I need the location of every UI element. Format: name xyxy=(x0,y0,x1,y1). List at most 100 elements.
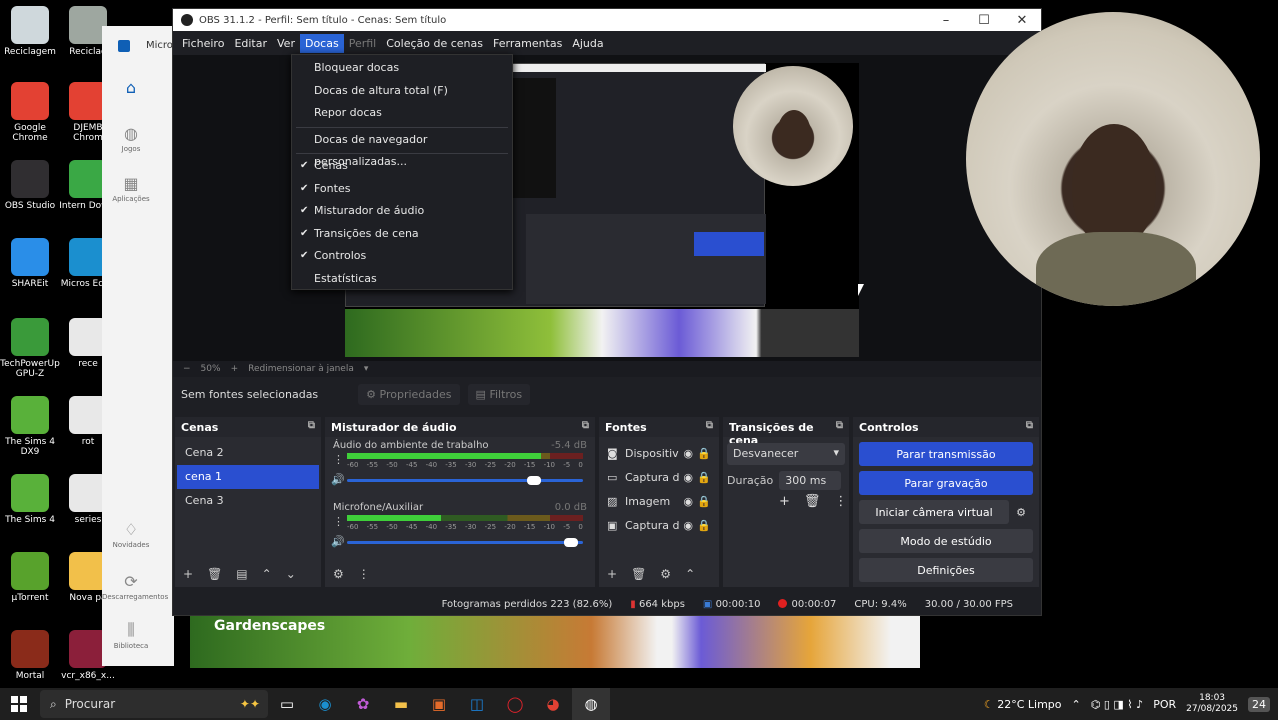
store-nav-apps[interactable]: ▦ Aplicações xyxy=(102,174,160,203)
add-icon[interactable]: + xyxy=(779,494,790,509)
eye-icon[interactable]: ◉ xyxy=(683,471,693,484)
menu-item[interactable]: Docas de navegador personalizadas... xyxy=(292,129,512,168)
chrome-icon[interactable]: ◕ xyxy=(534,688,572,720)
stop-streaming-button[interactable]: Parar transmissão xyxy=(859,442,1033,466)
undock-icon[interactable]: ⧉ xyxy=(308,420,315,431)
eye-icon[interactable]: ◉ xyxy=(683,495,693,508)
file-explorer-icon[interactable]: ▬ xyxy=(382,688,420,720)
store-icon[interactable]: ▣ xyxy=(420,688,458,720)
menu-ajuda[interactable]: Ajuda xyxy=(567,34,608,53)
notifications-badge[interactable]: 24 xyxy=(1248,696,1270,712)
menu-item[interactable]: ✔ Cenas xyxy=(292,155,512,177)
menu-item[interactable]: Estatísticas xyxy=(292,268,512,290)
store-nav-games[interactable]: ◍ Jogos xyxy=(102,124,160,153)
undock-icon[interactable]: ⧉ xyxy=(1026,420,1033,431)
chevron-down-icon[interactable]: ⌄ xyxy=(286,567,296,581)
transition-select[interactable]: Desvanecer ▾ xyxy=(727,443,845,465)
menu-item[interactable]: Repor docas xyxy=(292,102,512,124)
speaker-icon[interactable]: 🔊 xyxy=(331,473,345,486)
obs-titlebar[interactable]: OBS 31.1.2 - Perfil: Sem título - Cenas:… xyxy=(173,9,1041,31)
undock-icon[interactable]: ⧉ xyxy=(706,420,713,431)
filters-button[interactable]: ▤ Filtros xyxy=(467,383,531,405)
source-item[interactable]: ▭ Captura d ◉ 🔒 xyxy=(599,465,719,489)
minimize-button[interactable]: – xyxy=(927,9,965,31)
desktop-icon[interactable]: SHAREit xyxy=(0,238,60,289)
menu-item[interactable]: Docas de altura total (F) xyxy=(292,80,512,102)
kebab-icon[interactable]: ⋮ xyxy=(333,453,344,466)
tray-icons[interactable]: ⌬ ▯ ◨ ⌇ ♪ xyxy=(1091,698,1143,711)
language[interactable]: POR xyxy=(1153,698,1176,711)
volume-slider[interactable] xyxy=(347,538,583,547)
taskbar-search[interactable]: ⌕ Procurar ✦✦ xyxy=(40,690,268,718)
source-item[interactable]: ▨ Imagem ◉ 🔒 xyxy=(599,489,719,513)
scene-item[interactable]: cena 1 xyxy=(177,465,319,489)
menu-ver[interactable]: Ver xyxy=(272,34,300,53)
volume-knob[interactable] xyxy=(526,476,541,485)
trash-icon[interactable]: 🗑 xyxy=(631,567,646,581)
copilot-icon[interactable]: ✿ xyxy=(344,688,382,720)
undock-icon[interactable]: ⧉ xyxy=(836,420,843,431)
game-banner[interactable]: Gardenscapes xyxy=(190,612,920,668)
eye-icon[interactable]: ◉ xyxy=(683,447,693,460)
gear-icon[interactable]: ⚙ xyxy=(333,567,344,581)
zoom-out-icon[interactable]: − xyxy=(183,364,191,374)
lock-icon[interactable]: 🔒 xyxy=(697,447,711,460)
menu-item[interactable]: ✔ Controlos xyxy=(292,245,512,267)
store-nav-news[interactable]: ♢ Novidades xyxy=(102,520,160,549)
volume-knob[interactable] xyxy=(564,538,579,547)
menu-item[interactable]: ✔ Transições de cena xyxy=(292,223,512,245)
source-item[interactable]: ◙ Dispositiv ◉ 🔒 xyxy=(599,441,719,465)
menu-perfil[interactable]: Perfil xyxy=(344,34,382,53)
maximize-button[interactable]: ☐ xyxy=(965,9,1003,31)
opera-icon[interactable]: ◯ xyxy=(496,688,534,720)
lock-icon[interactable]: 🔒 xyxy=(697,471,711,484)
kebab-icon[interactable]: ⋮ xyxy=(834,494,847,509)
weather[interactable]: ☾ 22°C Limpo xyxy=(984,698,1062,711)
lock-icon[interactable]: 🔒 xyxy=(697,495,711,508)
studio-mode-button[interactable]: Modo de estúdio xyxy=(859,529,1033,553)
eye-icon[interactable]: ◉ xyxy=(683,519,693,532)
source-item[interactable]: ▣ Captura d ◉ 🔒 xyxy=(599,513,719,537)
trash-icon[interactable]: 🗑 xyxy=(207,567,222,581)
close-button[interactable]: ✕ xyxy=(1003,9,1041,31)
desktop-icon[interactable]: OBS Studio xyxy=(0,160,60,211)
add-icon[interactable]: + xyxy=(607,567,617,581)
speaker-icon[interactable]: 🔊 xyxy=(331,535,345,548)
menu-item[interactable]: Bloquear docas xyxy=(292,57,512,79)
task-view-icon[interactable]: ▭ xyxy=(268,688,306,720)
zoom-mode[interactable]: Redimensionar à janela xyxy=(248,364,354,374)
filter-icon[interactable]: ▤ xyxy=(236,567,247,581)
gear-icon[interactable]: ⚙ xyxy=(1009,506,1033,519)
menu-docas[interactable]: Docas xyxy=(299,33,344,53)
start-button[interactable] xyxy=(0,688,38,720)
undock-icon[interactable]: ⧉ xyxy=(582,420,589,431)
edge-icon[interactable]: ◉ xyxy=(306,688,344,720)
menu-ficheiro[interactable]: Ficheiro xyxy=(177,34,229,53)
desktop-icon[interactable]: µTorrent xyxy=(0,552,60,603)
volume-slider[interactable] xyxy=(347,476,583,485)
scene-item[interactable]: Cena 2 xyxy=(177,441,319,465)
menu-cole-o-de-cenas[interactable]: Coleção de cenas xyxy=(381,34,488,53)
desktop-icon[interactable]: The Sims 4 DX9 xyxy=(0,396,60,457)
desktop-icon[interactable]: Reciclagem xyxy=(0,6,60,57)
settings-button[interactable]: Definições xyxy=(859,558,1033,582)
lock-icon[interactable]: 🔒 xyxy=(697,519,711,532)
zoom-value[interactable]: 50% xyxy=(201,364,221,374)
gear-icon[interactable]: ⚙ xyxy=(660,567,671,581)
kebab-icon[interactable]: ⋮ xyxy=(333,515,344,528)
menu-ferramentas[interactable]: Ferramentas xyxy=(488,34,567,53)
desktop-icon[interactable]: The Sims 4 xyxy=(0,474,60,525)
store-nav-home[interactable]: ⌂ xyxy=(102,78,160,99)
obs-taskbar-icon[interactable]: ◍ xyxy=(572,688,610,720)
menu-editar[interactable]: Editar xyxy=(229,34,272,53)
scene-item[interactable]: Cena 3 xyxy=(177,489,319,513)
menu-item[interactable]: ✔ Fontes xyxy=(292,178,512,200)
start-virtual-camera-button[interactable]: Iniciar câmera virtual xyxy=(859,500,1009,524)
desktop-icon[interactable]: TechPowerUp GPU-Z xyxy=(0,318,60,379)
zoom-in-icon[interactable]: + xyxy=(231,364,239,374)
clock[interactable]: 18:03 27/08/2025 xyxy=(1186,693,1238,715)
chevron-up-icon[interactable]: ⌃ xyxy=(1072,698,1081,711)
desktop-icon[interactable]: Mortal xyxy=(0,630,60,681)
store-nav-library[interactable]: ⫼ Biblioteca xyxy=(102,620,160,650)
duration-input[interactable]: 300 ms xyxy=(779,471,842,490)
